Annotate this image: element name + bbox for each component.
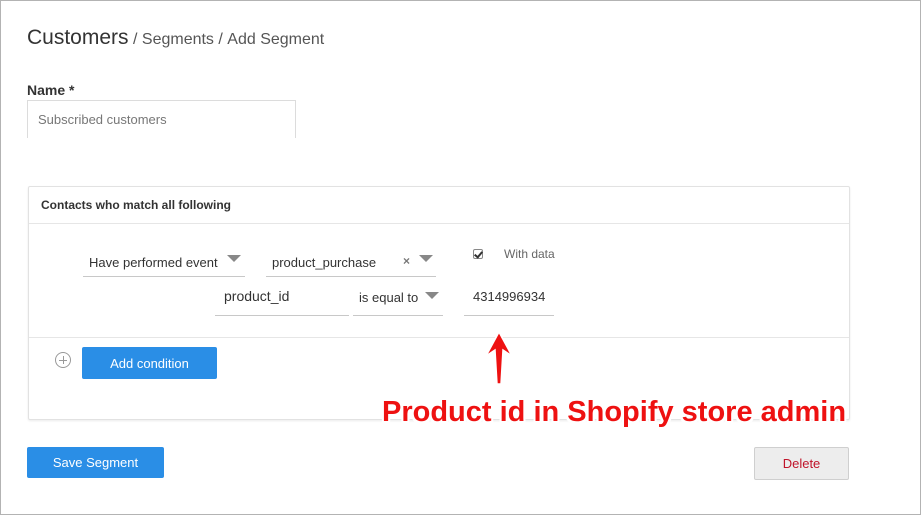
breadcrumb: Customers / Segments / Add Segment xyxy=(27,26,324,50)
clear-icon[interactable]: × xyxy=(403,254,410,268)
breadcrumb-separator: / xyxy=(132,31,138,48)
plus-circle-icon[interactable] xyxy=(55,352,71,368)
breadcrumb-segments[interactable]: Segments xyxy=(142,31,214,48)
delete-button[interactable]: Delete xyxy=(754,447,849,480)
add-condition-button[interactable]: Add condition xyxy=(82,347,217,379)
page-title[interactable]: Customers xyxy=(27,26,129,49)
condition-type-select[interactable]: Have performed event xyxy=(83,241,245,277)
chevron-down-icon xyxy=(419,255,433,262)
annotation-text: Product id in Shopify store admin xyxy=(382,396,847,428)
conditions-panel: Contacts who match all following Have pe… xyxy=(28,186,850,420)
breadcrumb-current: Add Segment xyxy=(227,31,325,48)
property-field[interactable]: product_id xyxy=(215,280,349,316)
name-label: Name * xyxy=(27,82,75,98)
with-data-checkbox[interactable] xyxy=(473,249,483,259)
value-text: 4314996934 xyxy=(473,289,546,304)
value-field[interactable]: 4314996934 xyxy=(464,280,554,316)
chevron-down-icon xyxy=(227,255,241,262)
event-select[interactable]: product_purchase × xyxy=(266,241,436,277)
panel-title: Contacts who match all following xyxy=(41,198,232,212)
event-value: product_purchase xyxy=(272,255,377,270)
panel-header: Contacts who match all following xyxy=(29,187,849,224)
save-segment-button[interactable]: Save Segment xyxy=(27,447,164,478)
chevron-down-icon xyxy=(425,292,439,299)
operator-select[interactable]: is equal to xyxy=(353,280,443,316)
with-data-label: With data xyxy=(504,247,555,261)
operator-value: is equal to xyxy=(359,290,419,305)
arrow-up-icon xyxy=(485,330,513,385)
breadcrumb-separator: / xyxy=(218,31,223,48)
name-input[interactable] xyxy=(27,100,296,138)
panel-divider xyxy=(29,337,849,338)
condition-type-value: Have performed event xyxy=(89,255,218,270)
property-value: product_id xyxy=(224,288,290,304)
